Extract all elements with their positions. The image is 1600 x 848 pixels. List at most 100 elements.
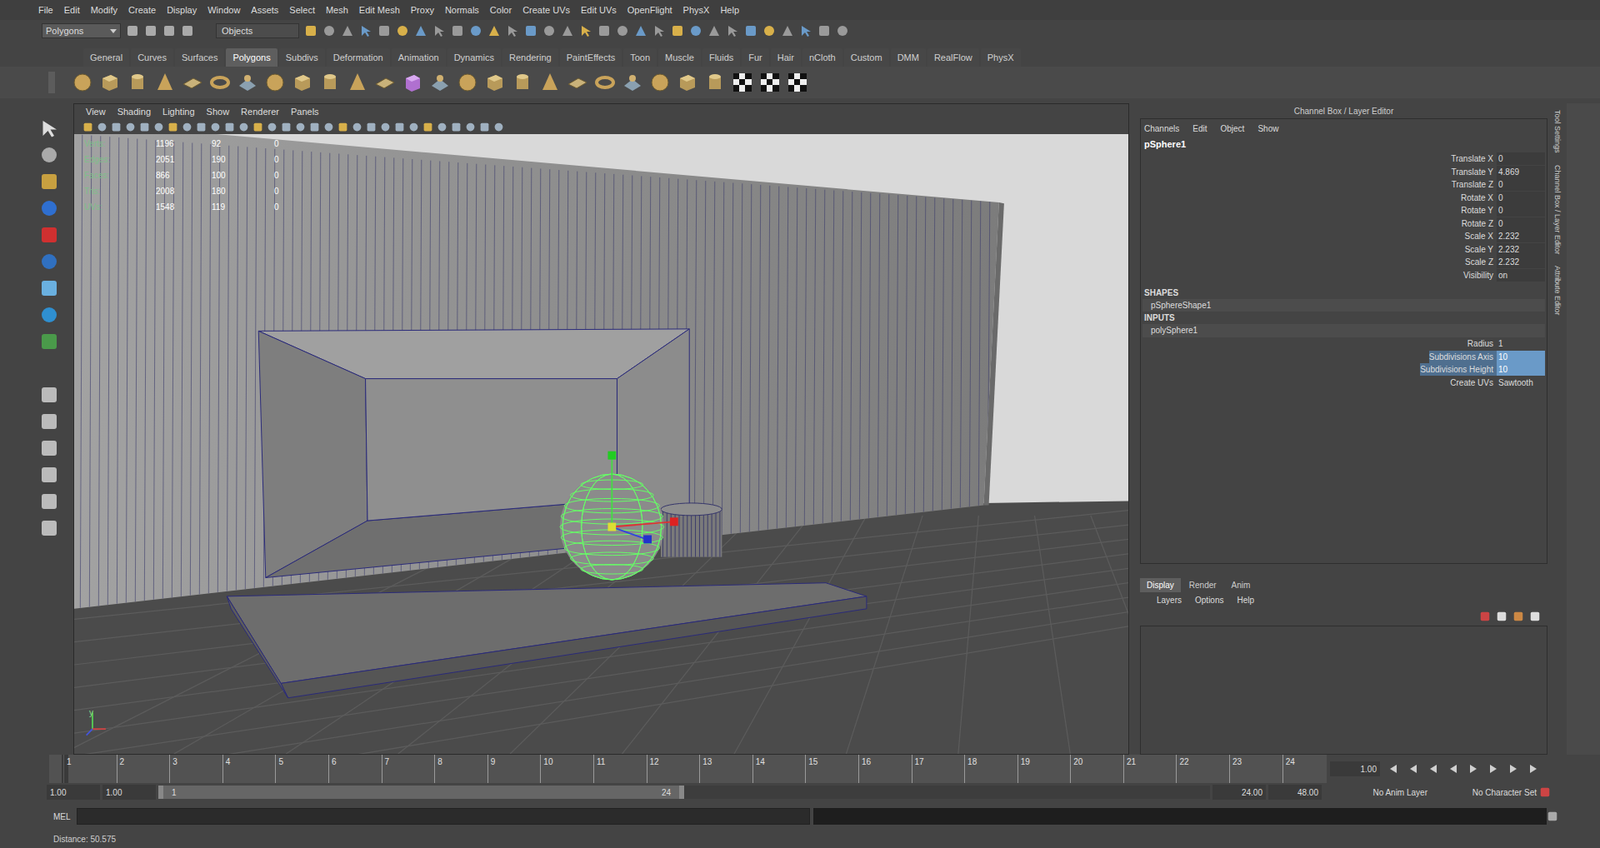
key-icon[interactable] bbox=[1539, 786, 1551, 799]
range-handle[interactable]: 124 bbox=[158, 785, 685, 800]
menu-item[interactable]: OpenFlight bbox=[627, 3, 673, 18]
panel-menu[interactable]: Renderer bbox=[240, 105, 280, 120]
time-slider[interactable]: 123456789101112131415161718192021222324 bbox=[49, 755, 1327, 784]
script-editor-icon[interactable] bbox=[1546, 810, 1559, 823]
shelf-tool-icon[interactable] bbox=[620, 70, 645, 95]
shelf-tool-icon[interactable] bbox=[785, 70, 810, 95]
shelf-tool-icon[interactable] bbox=[263, 70, 287, 95]
layout-icon[interactable] bbox=[39, 465, 60, 485]
shelf-tool-icon[interactable] bbox=[345, 70, 370, 95]
start-time-field[interactable]: 1.00 bbox=[46, 785, 100, 800]
time-tick[interactable]: 2 bbox=[116, 755, 170, 784]
shelf-tool-icon[interactable] bbox=[373, 70, 397, 95]
shelf-tab[interactable]: Rendering bbox=[502, 48, 559, 68]
menu-item[interactable]: Color bbox=[490, 3, 512, 18]
file-icon[interactable] bbox=[180, 24, 195, 38]
panel-tool-icon[interactable] bbox=[337, 121, 349, 133]
shelf-tab[interactable]: Fur bbox=[741, 48, 770, 68]
transport-icon[interactable] bbox=[1406, 763, 1420, 775]
status-tool-icon[interactable] bbox=[505, 24, 520, 38]
shelf-tool-icon[interactable] bbox=[455, 70, 480, 95]
shelf-tool-icon[interactable] bbox=[593, 70, 617, 95]
status-tool-icon[interactable] bbox=[340, 24, 355, 38]
time-tick[interactable]: 19 bbox=[1017, 755, 1071, 784]
shelf-tab[interactable]: RealFlow bbox=[927, 48, 980, 68]
shelf-tab[interactable]: Deformation bbox=[326, 48, 390, 68]
time-tick[interactable]: 9 bbox=[487, 755, 541, 784]
panel-tool-icon[interactable] bbox=[309, 121, 320, 133]
layer-list[interactable] bbox=[1140, 625, 1548, 755]
status-tool-icon[interactable] bbox=[359, 24, 373, 38]
shelf-tool-icon[interactable] bbox=[125, 70, 150, 95]
time-tick[interactable]: 1 bbox=[63, 755, 117, 784]
shelf-tool-icon[interactable] bbox=[290, 70, 315, 95]
panel-tool-icon[interactable] bbox=[479, 121, 490, 133]
menu-item[interactable]: PhysX bbox=[683, 3, 710, 18]
layout-icon[interactable] bbox=[39, 385, 60, 405]
viewport[interactable]: Verts:1196920Edges:20511900Faces:8661000… bbox=[74, 134, 1129, 755]
status-tool-icon[interactable] bbox=[799, 24, 813, 38]
tool-icon[interactable] bbox=[39, 171, 60, 192]
panel-tool-icon[interactable] bbox=[125, 121, 136, 133]
shelf-tab[interactable]: Curves bbox=[130, 48, 174, 68]
playback-end-field[interactable]: 24.00 bbox=[1212, 785, 1266, 800]
input-attribute[interactable]: Subdivisions Axis10 bbox=[1142, 350, 1545, 365]
panel-tool-icon[interactable] bbox=[224, 121, 235, 133]
layer-tab[interactable]: Display bbox=[1140, 578, 1181, 593]
menu-item[interactable]: Create bbox=[128, 3, 156, 18]
end-time-field[interactable]: 48.00 bbox=[1268, 785, 1322, 800]
shelf-tool-icon[interactable] bbox=[648, 70, 672, 95]
panel-tool-icon[interactable] bbox=[280, 121, 292, 133]
shelf-tab[interactable]: Subdivs bbox=[279, 48, 325, 68]
panel-tool-icon[interactable] bbox=[238, 121, 250, 133]
panel-tool-icon[interactable] bbox=[110, 121, 122, 133]
shelf-tool-icon[interactable] bbox=[675, 70, 700, 95]
shelf-tool-icon[interactable] bbox=[758, 70, 782, 95]
transport-icon[interactable] bbox=[1486, 763, 1500, 775]
panel-tool-icon[interactable] bbox=[139, 121, 150, 133]
layout-icon[interactable] bbox=[39, 411, 60, 432]
status-tool-icon[interactable] bbox=[304, 24, 318, 38]
status-tool-icon[interactable] bbox=[689, 24, 703, 38]
shelf-tab[interactable]: Custom bbox=[844, 48, 890, 68]
side-tab[interactable]: Tool Settings bbox=[1551, 110, 1564, 154]
input-attribute[interactable]: Subdivisions Height10 bbox=[1142, 363, 1545, 377]
channel-row[interactable]: Rotate Y0 bbox=[1142, 204, 1545, 218]
panel-tool-icon[interactable] bbox=[195, 121, 207, 133]
layer-tab[interactable]: Anim bbox=[1225, 578, 1258, 593]
time-tick[interactable]: 11 bbox=[593, 755, 647, 784]
channel-menu[interactable]: Channels bbox=[1144, 122, 1180, 135]
panel-tool-icon[interactable] bbox=[96, 121, 108, 133]
time-tick[interactable]: 3 bbox=[169, 755, 223, 784]
menu-set-dropdown[interactable]: Polygons bbox=[41, 23, 121, 39]
channel-menu[interactable]: Show bbox=[1257, 122, 1279, 135]
playback-start-field[interactable]: 1.00 bbox=[102, 785, 156, 800]
input-attribute[interactable]: Create UVsSawtooth bbox=[1142, 376, 1545, 390]
tool-icon[interactable] bbox=[39, 118, 60, 139]
status-tool-icon[interactable] bbox=[634, 24, 648, 38]
panel-tool-icon[interactable] bbox=[394, 121, 405, 133]
status-tool-icon[interactable] bbox=[725, 24, 740, 38]
menu-item[interactable]: Assets bbox=[250, 3, 279, 18]
channel-row[interactable]: Scale Y2.232 bbox=[1142, 243, 1545, 257]
time-tick[interactable]: 15 bbox=[805, 755, 859, 784]
status-tool-icon[interactable] bbox=[835, 24, 850, 38]
time-tick[interactable]: 22 bbox=[1175, 755, 1230, 784]
panel-tool-icon[interactable] bbox=[266, 121, 278, 133]
layer-icon[interactable] bbox=[1529, 610, 1541, 623]
command-language[interactable]: MEL bbox=[0, 810, 77, 824]
channel-menu[interactable]: Object bbox=[1220, 122, 1245, 135]
panel-tool-icon[interactable] bbox=[210, 121, 221, 133]
status-tool-icon[interactable] bbox=[670, 24, 685, 38]
shelf-tab[interactable]: Dynamics bbox=[447, 48, 501, 68]
time-tick[interactable]: 17 bbox=[911, 755, 965, 784]
shelf-tab[interactable]: Polygons bbox=[225, 48, 277, 68]
panel-tool-icon[interactable] bbox=[153, 121, 165, 133]
shape-node[interactable]: pSphereShape1 bbox=[1142, 299, 1545, 312]
time-tick[interactable]: 10 bbox=[540, 755, 594, 784]
tool-icon[interactable] bbox=[39, 251, 60, 272]
shelf-handle[interactable] bbox=[48, 71, 55, 94]
menu-item[interactable]: File bbox=[38, 3, 54, 18]
channel-row[interactable]: Rotate X0 bbox=[1142, 191, 1545, 205]
menu-item[interactable]: Window bbox=[207, 3, 240, 18]
